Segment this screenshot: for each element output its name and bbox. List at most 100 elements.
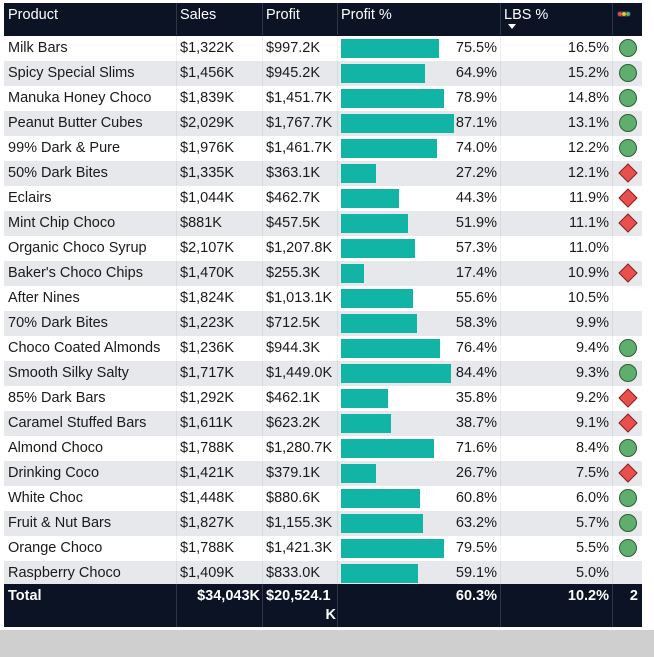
lbs-pct-cell: 7.5%: [575, 465, 609, 481]
sales-cell: $1,448K: [180, 490, 235, 506]
profit-pct-cell: 87.1%: [341, 111, 501, 136]
lbs-pct-cell: 9.9%: [575, 315, 609, 331]
total-label: Total: [8, 588, 42, 604]
profit-pct-value: 17.4%: [455, 265, 497, 281]
column-divider: [500, 136, 501, 161]
column-divider: [500, 461, 501, 486]
table-row[interactable]: After Nines $1,824K $1,013.1K 55.6% 10.5%: [4, 286, 642, 311]
table-row[interactable]: Fruit & Nut Bars $1,827K $1,155.3K 63.2% 5.7…: [4, 511, 642, 536]
table-row[interactable]: 85% Dark Bars $1,292K $462.1K 35.8% 9.2%: [4, 386, 642, 411]
table-row[interactable]: Orange Choco $1,788K $1,421.3K 79.5% 5.5%: [4, 536, 642, 561]
green-circle-icon: [619, 339, 637, 357]
sales-cell: $1,788K: [180, 540, 235, 556]
table-row[interactable]: Spicy Special Slims $1,456K $945.2K 64.9% 15…: [4, 61, 642, 86]
column-header-profit-pct[interactable]: Profit %: [341, 3, 501, 35]
kpi-indicator-cell: [614, 211, 642, 236]
lbs-pct-cell: 15.2%: [567, 65, 609, 81]
column-divider: [337, 486, 338, 511]
profit-cell: $1,155.3K: [266, 515, 333, 531]
column-divider: [612, 61, 613, 86]
column-divider: [176, 86, 177, 111]
profit-pct-value: 71.6%: [455, 440, 497, 456]
table-row[interactable]: Almond Choco $1,788K $1,280.7K 71.6% 8.4%: [4, 436, 642, 461]
table-header: Product Sales Profit Profit % LBS %: [4, 3, 642, 35]
table-row[interactable]: Caramel Stuffed Bars $1,611K $623.2K 38.7% 9…: [4, 411, 642, 436]
product-cell: Orange Choco: [8, 540, 103, 556]
kpi-indicator-cell: [614, 561, 642, 586]
table-row[interactable]: Organic Choco Syrup $2,107K $1,207.8K 57.3%…: [4, 236, 642, 261]
table-row[interactable]: Manuka Honey Choco $1,839K $1,451.7K 78.9% 1…: [4, 86, 642, 111]
profit-cell: $363.1K: [266, 165, 321, 181]
sales-cell: $2,107K: [180, 240, 235, 256]
profit-cell: $712.5K: [266, 315, 321, 331]
product-cell: 99% Dark & Pure: [8, 140, 121, 156]
profit-pct-value: 78.9%: [455, 90, 497, 106]
column-header-profit[interactable]: Profit: [266, 3, 338, 35]
table-row[interactable]: 70% Dark Bites $1,223K $712.5K 58.3% 9.9%: [4, 311, 642, 336]
lbs-pct-cell: 5.5%: [575, 540, 609, 556]
green-circle-icon: [619, 114, 637, 132]
table-row[interactable]: Mint Chip Choco $881K $457.5K 51.9% 11.1%: [4, 211, 642, 236]
red-diamond-icon: [618, 188, 638, 208]
sales-cell: $1,827K: [180, 515, 235, 531]
profit-pct-value: 51.9%: [455, 215, 497, 231]
table-row[interactable]: White Choc $1,448K $880.6K 60.8% 6.0%: [4, 486, 642, 511]
column-divider[interactable]: [612, 3, 613, 35]
column-divider: [176, 361, 177, 386]
profit-pct-value: 44.3%: [455, 190, 497, 206]
table-row[interactable]: 50% Dark Bites $1,335K $363.1K 27.2% 12.1%: [4, 161, 642, 186]
profit-pct-value: 59.1%: [455, 565, 497, 581]
column-header-sales[interactable]: Sales: [180, 3, 262, 35]
product-cell: Eclairs: [8, 190, 52, 206]
column-divider[interactable]: [337, 3, 338, 35]
kpi-indicator-cell: [614, 361, 642, 386]
column-divider[interactable]: [500, 3, 501, 35]
table-row[interactable]: Choco Coated Almonds $1,236K $944.3K 76.4% 9…: [4, 336, 642, 361]
profit-pct-cell: 63.2%: [341, 511, 501, 536]
column-divider: [176, 511, 177, 536]
profit-pct-value: 38.7%: [455, 415, 497, 431]
profit-cell: $997.2K: [266, 40, 321, 56]
green-circle-icon: [619, 539, 637, 557]
column-divider[interactable]: [262, 3, 263, 35]
column-divider: [262, 511, 263, 536]
traffic-light-icon: [617, 11, 631, 17]
column-divider: [176, 561, 177, 586]
column-divider: [337, 411, 338, 436]
product-cell: After Nines: [8, 290, 80, 306]
column-divider: [176, 286, 177, 311]
sales-cell: $881K: [180, 215, 222, 231]
kpi-indicator-cell: [614, 286, 642, 311]
profit-pct-cell: 57.3%: [341, 236, 501, 261]
column-divider: [176, 261, 177, 286]
column-header-product[interactable]: Product: [8, 3, 176, 35]
column-divider: [500, 86, 501, 111]
column-divider: [500, 286, 501, 311]
column-divider: [337, 386, 338, 411]
table-row[interactable]: 99% Dark & Pure $1,976K $1,461.7K 74.0% 12.2…: [4, 136, 642, 161]
table-row[interactable]: Smooth Silky Salty $1,717K $1,449.0K 84.4% 9…: [4, 361, 642, 386]
table-row[interactable]: Milk Bars $1,322K $997.2K 75.5% 16.5%: [4, 36, 642, 61]
column-divider: [612, 36, 613, 61]
profit-pct-cell: 44.3%: [341, 186, 501, 211]
table-row[interactable]: Baker's Choco Chips $1,470K $255.3K 17.4% 10…: [4, 261, 642, 286]
column-header-indicator[interactable]: [614, 3, 642, 35]
product-cell: Milk Bars: [8, 40, 68, 56]
table-row[interactable]: Peanut Butter Cubes $2,029K $1,767.7K 87.1%…: [4, 111, 642, 136]
green-circle-icon: [619, 64, 637, 82]
product-cell: Fruit & Nut Bars: [8, 515, 112, 531]
column-divider: [337, 61, 338, 86]
column-divider: [500, 536, 501, 561]
profit-pct-cell: 35.8%: [341, 386, 501, 411]
profit-pct-bar: [341, 439, 434, 458]
column-header-lbs-pct[interactable]: LBS %: [504, 3, 612, 35]
column-divider: [337, 111, 338, 136]
table-row[interactable]: Drinking Coco $1,421K $379.1K 26.7% 7.5%: [4, 461, 642, 486]
profit-pct-bar: [341, 364, 451, 383]
column-divider: [262, 386, 263, 411]
profit-pct-cell: 64.9%: [341, 61, 501, 86]
column-divider[interactable]: [176, 3, 177, 35]
table-row[interactable]: Raspberry Choco $1,409K $833.0K 59.1% 5.0%: [4, 561, 642, 586]
column-divider: [262, 286, 263, 311]
table-row[interactable]: Eclairs $1,044K $462.7K 44.3% 11.9%: [4, 186, 642, 211]
